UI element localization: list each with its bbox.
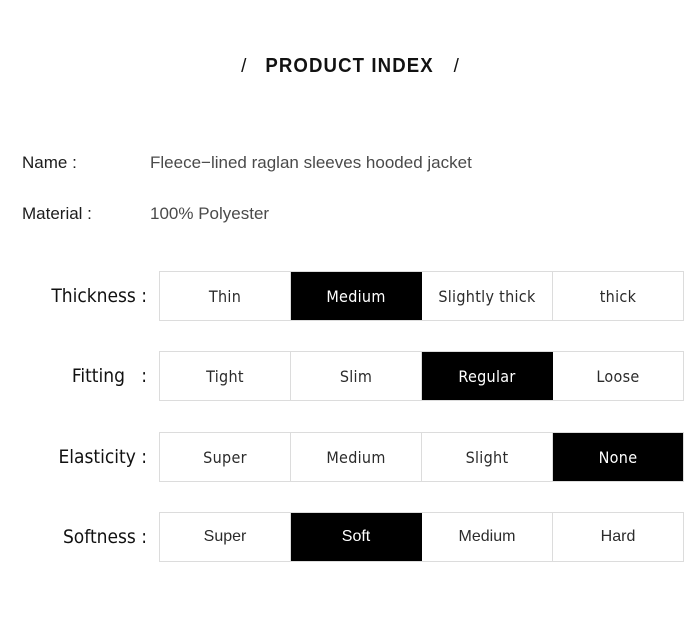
title-slash-right: / <box>453 56 459 77</box>
thickness-options: Thin Medium Slightly thick thick <box>159 271 684 321</box>
fitting-option-loose[interactable]: Loose <box>553 352 683 400</box>
name-value: Fleece−lined raglan sleeves hooded jacke… <box>150 153 472 172</box>
title-slash-left: / <box>241 56 247 77</box>
thickness-option-medium[interactable]: Medium <box>291 272 422 320</box>
softness-label: Softness : <box>62 526 147 548</box>
elasticity-label: Elasticity : <box>58 446 147 468</box>
fitting-option-tight[interactable]: Tight <box>160 352 291 400</box>
softness-option-soft[interactable]: Soft <box>291 513 422 561</box>
info-row-name: Name : Fleece−lined raglan sleeves hoode… <box>0 153 700 179</box>
option-row-elasticity: Elasticity : Super Medium Slight None <box>0 432 700 482</box>
softness-option-medium[interactable]: Medium <box>422 513 553 561</box>
elasticity-option-super[interactable]: Super <box>160 433 291 481</box>
fitting-option-slim[interactable]: Slim <box>291 352 422 400</box>
softness-options: Super Soft Medium Hard <box>159 512 684 562</box>
option-row-thickness: Thickness : Thin Medium Slightly thick t… <box>0 271 700 321</box>
fitting-label: Fitting : <box>71 365 147 387</box>
thickness-option-slightly-thick[interactable]: Slightly thick <box>422 272 553 320</box>
option-row-fitting: Fitting : Tight Slim Regular Loose <box>0 351 700 401</box>
thickness-option-thin[interactable]: Thin <box>160 272 291 320</box>
material-label: Material : <box>22 204 92 223</box>
softness-option-super[interactable]: Super <box>160 513 291 561</box>
title-text: PRODUCT INDEX <box>265 55 435 77</box>
info-row-material: Material : 100% Polyester <box>0 204 700 230</box>
material-value: 100% Polyester <box>150 204 270 223</box>
thickness-label: Thickness : <box>51 285 147 307</box>
fitting-options: Tight Slim Regular Loose <box>159 351 684 401</box>
elasticity-option-slight[interactable]: Slight <box>422 433 553 481</box>
elasticity-options: Super Medium Slight None <box>159 432 684 482</box>
page-title: / PRODUCT INDEX / <box>0 55 700 78</box>
fitting-option-regular[interactable]: Regular <box>422 352 553 400</box>
option-row-softness: Softness : Super Soft Medium Hard <box>0 512 700 562</box>
elasticity-option-medium[interactable]: Medium <box>291 433 422 481</box>
name-label: Name : <box>22 153 77 172</box>
softness-option-hard[interactable]: Hard <box>553 513 683 561</box>
elasticity-option-none[interactable]: None <box>553 433 683 481</box>
thickness-option-thick[interactable]: thick <box>553 272 683 320</box>
